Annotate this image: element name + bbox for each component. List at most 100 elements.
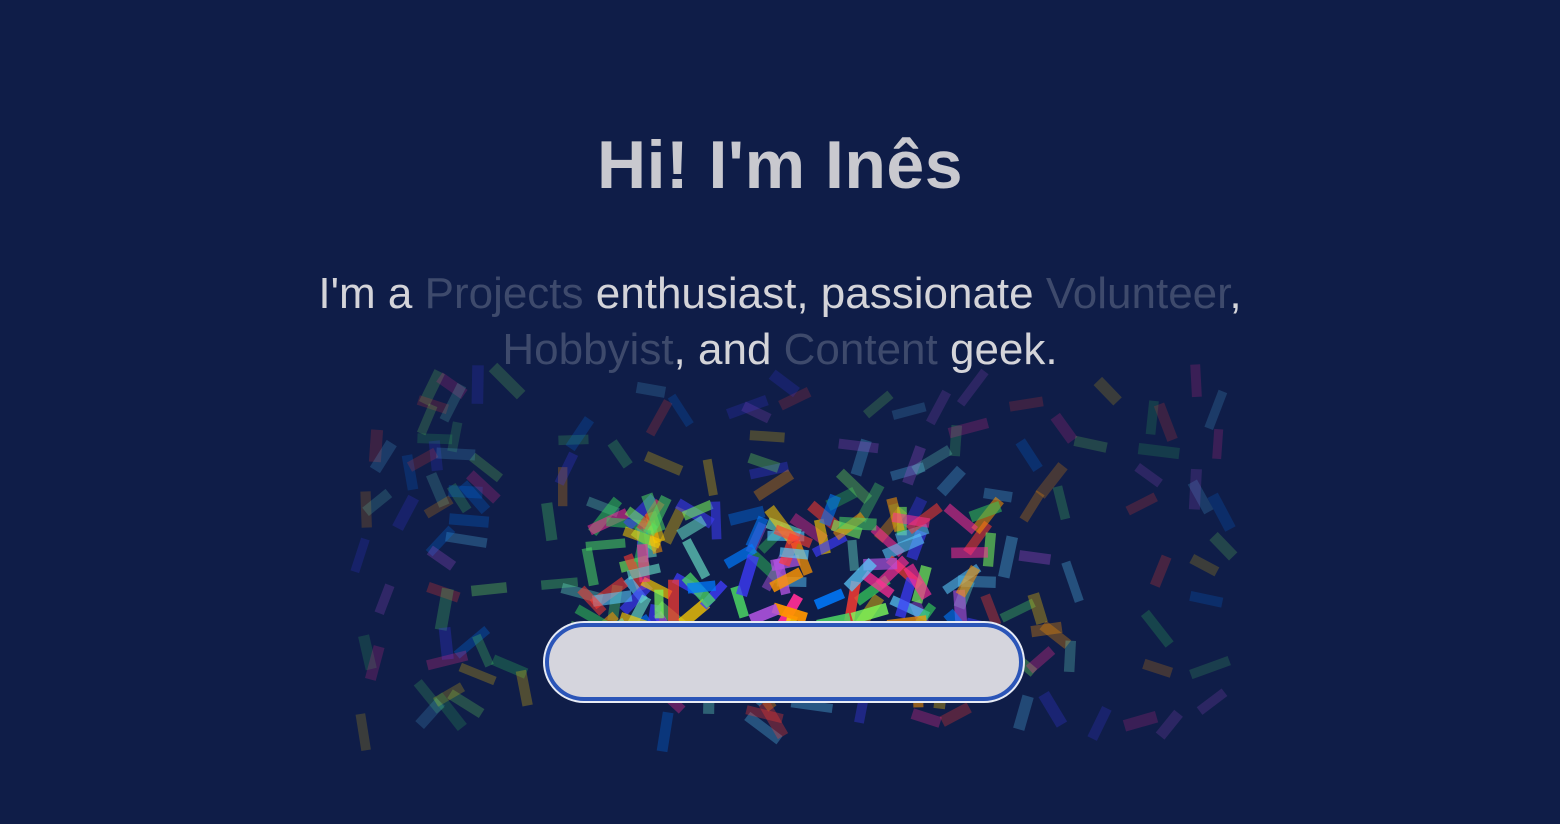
confetti-piece bbox=[1038, 690, 1068, 728]
confetti-piece bbox=[439, 382, 467, 423]
confetti-piece bbox=[891, 512, 931, 528]
confetti-piece bbox=[730, 585, 750, 619]
confetti-piece bbox=[773, 524, 813, 549]
confetti-piece bbox=[607, 584, 623, 622]
confetti-piece bbox=[807, 500, 842, 533]
confetti-piece bbox=[982, 532, 997, 567]
confetti-piece bbox=[592, 590, 633, 607]
confetti-piece bbox=[745, 515, 769, 550]
confetti-piece bbox=[413, 679, 445, 714]
confetti-piece bbox=[875, 555, 910, 589]
confetti-piece bbox=[819, 493, 841, 527]
confetti-piece bbox=[773, 557, 791, 596]
confetti-piece bbox=[626, 563, 661, 580]
confetti-piece bbox=[955, 565, 981, 598]
confetti-piece bbox=[453, 625, 491, 659]
confetti-piece bbox=[619, 555, 650, 573]
confetti-piece bbox=[434, 587, 454, 631]
confetti-piece bbox=[983, 487, 1013, 503]
confetti-piece bbox=[415, 697, 445, 730]
confetti-piece bbox=[1039, 620, 1072, 649]
confetti-piece bbox=[636, 498, 665, 534]
confetti-piece bbox=[1134, 463, 1163, 488]
confetti-piece bbox=[911, 565, 932, 604]
confetti-piece bbox=[939, 702, 972, 727]
confetti-piece bbox=[436, 447, 476, 461]
intro-text: I'm a Projects enthusiast, passionate Vo… bbox=[260, 266, 1300, 378]
intro-text-1: enthusiast, passionate bbox=[583, 269, 1046, 318]
confetti-piece bbox=[723, 543, 758, 569]
confetti-piece bbox=[622, 526, 662, 549]
confetti-piece bbox=[425, 472, 450, 508]
confetti-piece bbox=[902, 445, 926, 486]
confetti-piece bbox=[466, 470, 501, 504]
confetti-piece bbox=[769, 567, 804, 593]
confetti-piece bbox=[894, 577, 917, 619]
confetti-piece bbox=[586, 496, 620, 518]
confetti-piece bbox=[448, 513, 490, 528]
confetti-piece bbox=[947, 417, 990, 439]
confetti-piece bbox=[445, 531, 488, 548]
confetti-piece bbox=[448, 485, 483, 499]
confetti-piece bbox=[681, 572, 716, 609]
confetti-piece bbox=[433, 682, 466, 707]
confetti-piece bbox=[428, 440, 443, 472]
confetti-piece bbox=[850, 438, 872, 477]
confetti-piece bbox=[779, 547, 809, 560]
confetti-piece bbox=[702, 458, 718, 497]
confetti-piece bbox=[771, 602, 808, 623]
confetti-piece bbox=[423, 495, 454, 519]
confetti-piece bbox=[1188, 468, 1202, 510]
confetti-piece bbox=[789, 512, 829, 545]
confetti-piece bbox=[881, 533, 925, 561]
confetti-piece bbox=[426, 545, 457, 571]
confetti-piece bbox=[656, 711, 674, 753]
confetti-piece bbox=[641, 492, 666, 534]
confetti-piece bbox=[654, 589, 664, 619]
confetti-piece bbox=[636, 523, 650, 563]
confetti-piece bbox=[726, 395, 769, 420]
confetti-piece bbox=[350, 537, 370, 574]
confetti-piece bbox=[1149, 554, 1172, 588]
confetti-piece bbox=[554, 451, 579, 486]
confetti-piece bbox=[968, 501, 1003, 523]
confetti-piece bbox=[926, 389, 952, 426]
confetti-piece bbox=[1015, 438, 1043, 472]
confetti-piece bbox=[1145, 400, 1159, 435]
confetti-piece bbox=[830, 519, 863, 540]
confetti-piece bbox=[374, 583, 395, 615]
confetti-piece bbox=[854, 575, 891, 606]
confetti-piece bbox=[761, 554, 789, 592]
confetti-piece bbox=[1019, 490, 1045, 523]
confetti-piece bbox=[682, 538, 711, 580]
confetti-piece bbox=[894, 523, 930, 544]
confetti-piece bbox=[735, 554, 759, 597]
confetti-piece bbox=[607, 439, 633, 469]
confetti-piece bbox=[999, 598, 1036, 623]
confetti-piece bbox=[369, 439, 397, 474]
confetti-piece bbox=[472, 633, 494, 668]
cta-button[interactable] bbox=[545, 623, 1023, 701]
role-word-projects: Projects bbox=[424, 269, 584, 318]
confetti-piece bbox=[813, 518, 831, 555]
confetti-piece bbox=[861, 570, 895, 599]
confetti-piece bbox=[1137, 442, 1180, 460]
confetti-piece bbox=[577, 585, 607, 616]
confetti-piece bbox=[906, 529, 927, 561]
intro-text-4: geek. bbox=[937, 325, 1058, 374]
confetti-piece bbox=[447, 689, 485, 719]
confetti-piece bbox=[767, 530, 805, 542]
confetti-piece bbox=[889, 462, 926, 481]
confetti-piece bbox=[825, 487, 858, 511]
confetti-piece bbox=[1189, 553, 1220, 577]
confetti-piece bbox=[699, 580, 728, 610]
confetti-piece bbox=[765, 517, 802, 541]
confetti-piece bbox=[392, 494, 420, 531]
confetti-piece bbox=[470, 582, 508, 597]
confetti-piece bbox=[1013, 694, 1034, 731]
confetti-piece bbox=[741, 401, 772, 424]
confetti-piece bbox=[1052, 485, 1071, 521]
confetti-piece bbox=[936, 465, 966, 497]
confetti-piece bbox=[426, 650, 469, 671]
confetti-piece bbox=[644, 510, 666, 544]
